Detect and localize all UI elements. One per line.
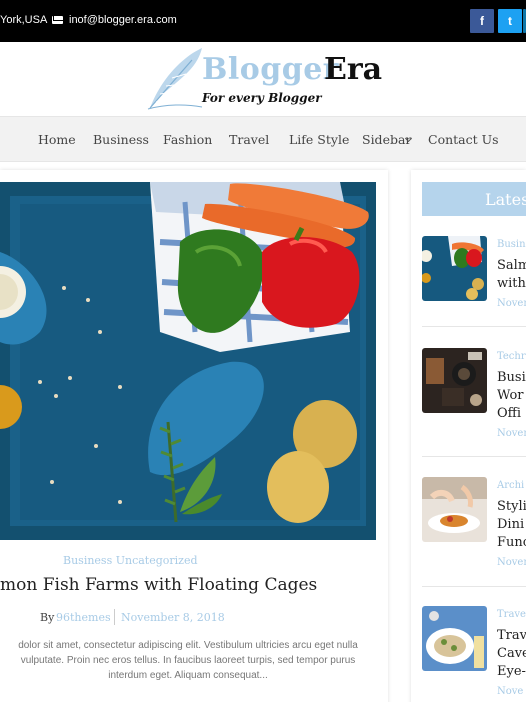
nav-item-travel[interactable]: Travel (229, 132, 269, 147)
sidebar-post-title-line: Styli (497, 499, 526, 514)
sidebar-post-date[interactable]: Nover (497, 557, 526, 568)
location-text: York,USA (0, 14, 48, 26)
sidebar-post-title[interactable]: Trav Cave Eye- (497, 627, 526, 681)
sidebar-post-title-line: Eye- (497, 664, 526, 679)
sidebar-post-category[interactable]: Busin (497, 239, 526, 250)
sidebar-post-date[interactable]: Nove (497, 686, 523, 697)
sidebar-post-thumbnail[interactable] (422, 477, 487, 542)
excerpt-line: interdum eget. Aliquam consequat... (108, 670, 268, 681)
sidebar-post[interactable]: Busin Salm with Nover (422, 236, 526, 346)
post-categories[interactable]: Business Uncategorized (63, 554, 198, 567)
sidebar-post-title-line: Func (497, 535, 526, 550)
twitter-icon[interactable]: t (498, 9, 522, 33)
sidebar-divider (422, 326, 526, 327)
nav-item-life-style[interactable]: Life Style (289, 132, 349, 147)
post-excerpt: dolor sit amet, consectetur adipiscing e… (0, 638, 376, 683)
site-logo[interactable]: Blogger Era For every Blogger (146, 46, 386, 112)
sidebar-post-title-line: Dini (497, 517, 525, 532)
sidebar-post-thumbnail[interactable] (422, 348, 487, 413)
excerpt-line: vulputate. Proin nec eros tellus. In fau… (20, 655, 356, 666)
featured-post-image[interactable] (0, 182, 376, 540)
nav-item-fashion[interactable]: Fashion (163, 132, 212, 147)
post-meta: By 96themes November 8, 2018 (40, 609, 225, 625)
sidebar-post[interactable]: Trave Trav Cave Eye- Nove (422, 606, 526, 702)
sidebar-post[interactable]: Techr Busi Wor Offi Nover (422, 348, 526, 458)
sidebar-post-title[interactable]: Styli Dini Func (497, 498, 526, 552)
logo-name-blogger: Blogger (202, 52, 340, 87)
nav-item-business[interactable]: Business (93, 132, 149, 147)
sidebar-widget-title: Lates (422, 182, 526, 216)
email-link[interactable]: inof@blogger.era.com (69, 14, 177, 26)
sidebar-post-category[interactable]: Techr (497, 351, 526, 362)
sidebar-post-title[interactable]: Busi Wor Offi (497, 369, 526, 423)
sidebar-post-thumbnail[interactable] (422, 236, 487, 301)
facebook-icon[interactable]: f (470, 9, 494, 33)
sidebar-post-date[interactable]: Nover (497, 298, 526, 309)
logo-name-era: Era (324, 52, 383, 87)
sidebar-post-title-line: Salm (497, 258, 526, 273)
post-by-label: By (40, 611, 55, 624)
nav-item-home[interactable]: Home (38, 132, 76, 147)
sidebar-post-date[interactable]: Nover (497, 428, 526, 439)
sidebar-post[interactable]: Archi Styli Dini Func Nover (422, 477, 526, 587)
top-bar: York,USA inof@blogger.era.com f t (0, 0, 526, 42)
logo-tagline: For every Blogger (202, 91, 322, 105)
sidebar-post-title-line: Busi (497, 370, 526, 385)
mail-icon (52, 16, 63, 24)
sidebar-post-title[interactable]: Salm with (497, 257, 526, 293)
nav-item-contact-us[interactable]: Contact Us (428, 132, 499, 147)
feather-icon (147, 48, 203, 110)
sidebar-post-thumbnail[interactable] (422, 606, 487, 671)
meta-divider (114, 609, 115, 625)
post-date-link[interactable]: November 8, 2018 (121, 611, 225, 624)
sidebar-post-title-line: Cave (497, 646, 526, 661)
excerpt-line: dolor sit amet, consectetur adipiscing e… (18, 640, 358, 651)
main-nav: Home Business Fashion Travel Life Style … (0, 116, 526, 162)
sidebar-divider (422, 456, 526, 457)
post-title[interactable]: mon Fish Farms with Floating Cages (0, 575, 317, 595)
nav-item-sidebar[interactable]: Sidebar (362, 132, 411, 147)
sidebar-post-category[interactable]: Trave (497, 609, 526, 620)
sidebar-post-title-line: Offi (497, 406, 522, 421)
sidebar-post-title-line: Wor (497, 388, 524, 403)
sidebar-post-category[interactable]: Archi (497, 480, 524, 491)
sidebar-post-title-line: with (497, 276, 526, 291)
sidebar-divider (422, 586, 526, 587)
sidebar-post-title-line: Trav (497, 628, 526, 643)
post-author-link[interactable]: 96themes (56, 611, 111, 624)
